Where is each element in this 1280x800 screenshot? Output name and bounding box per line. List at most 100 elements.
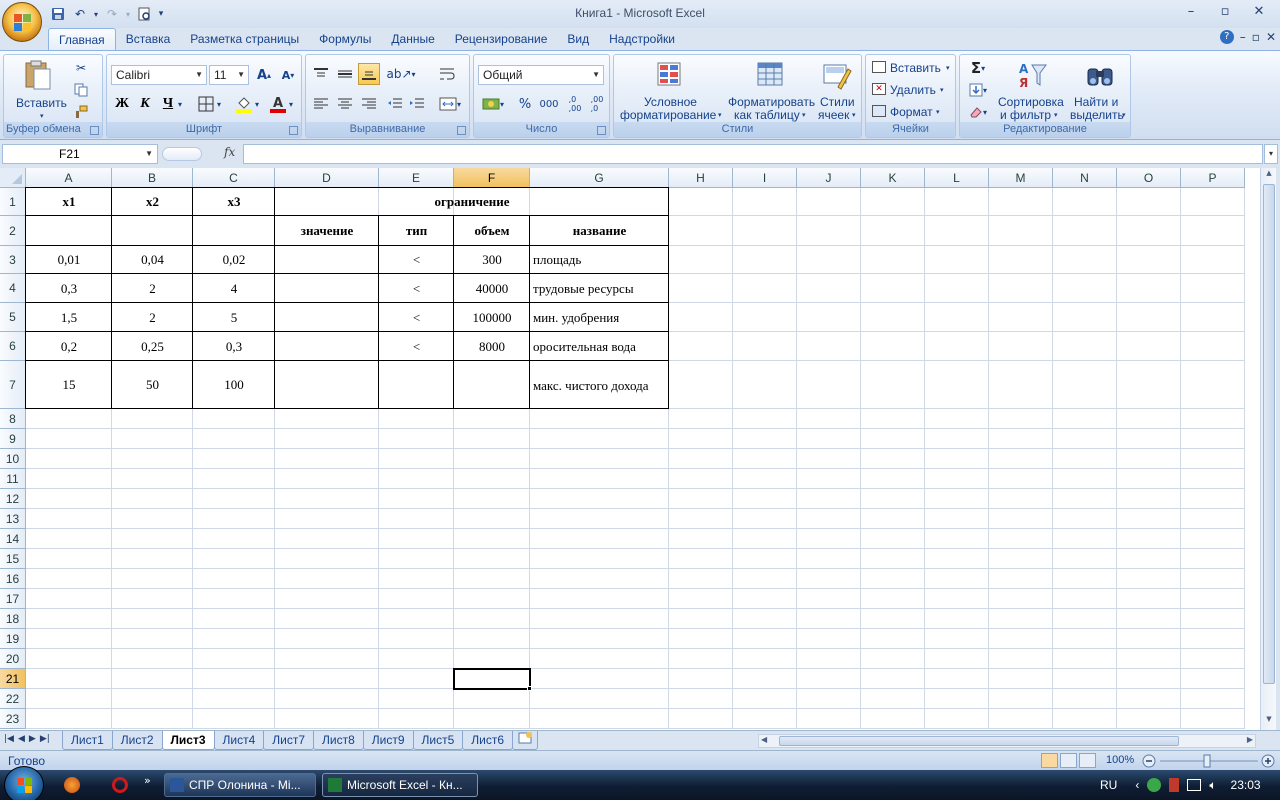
find-select-button[interactable]: Найти и выделить ▾ — [1068, 57, 1130, 122]
row-header-17[interactable]: 17 — [0, 589, 26, 609]
cell-G2[interactable]: название — [530, 216, 669, 246]
row-header-4[interactable]: 4 — [0, 274, 26, 303]
borders-dropdown-icon[interactable]: ▾ — [214, 93, 224, 115]
cell-A3[interactable]: 0,01 — [26, 246, 112, 274]
cell-F2[interactable]: объем — [454, 216, 530, 246]
cell-B3[interactable]: 0,04 — [112, 246, 193, 274]
scroll-left-icon[interactable]: ◀ — [761, 735, 767, 744]
column-header-P[interactable]: P — [1181, 168, 1245, 188]
merge-center-icon[interactable]: ▾ — [436, 93, 464, 115]
opera-quicklaunch-icon[interactable] — [112, 777, 128, 793]
taskbar-app-excel[interactable]: Microsoft Excel - Кн... — [322, 773, 478, 797]
cell-A6[interactable]: 0,2 — [26, 332, 112, 361]
cell-A4[interactable]: 0,3 — [26, 274, 112, 303]
cell-B4[interactable]: 2 — [112, 274, 193, 303]
cell-B5[interactable]: 2 — [112, 303, 193, 332]
tray-expand-icon[interactable]: ‹ — [1135, 778, 1139, 792]
column-header-E[interactable]: E — [379, 168, 454, 188]
next-sheet-icon[interactable]: ▶ — [29, 734, 36, 744]
first-sheet-icon[interactable]: |◀ — [4, 734, 14, 744]
row-header-7[interactable]: 7 — [0, 361, 26, 409]
scroll-right-icon[interactable]: ▶ — [1247, 735, 1253, 744]
cell-E6[interactable]: < — [379, 332, 454, 361]
vertical-scrollbar[interactable]: ▲ ▼ — [1260, 168, 1276, 730]
firefox-quicklaunch-icon[interactable] — [64, 777, 80, 793]
select-all-button[interactable] — [0, 168, 26, 188]
cell-A7[interactable]: 15 — [26, 361, 112, 409]
tab-view[interactable]: Вид — [557, 28, 599, 50]
align-left-icon[interactable] — [310, 93, 332, 115]
font-size-combo[interactable]: 11 ▼ — [209, 65, 249, 85]
row-header-21[interactable]: 21 — [0, 669, 26, 689]
cell-D2[interactable]: значение — [275, 216, 379, 246]
number-format-combo[interactable]: Общий ▼ — [478, 65, 604, 85]
format-as-table-button[interactable]: Форматировать как таблицу ▾ — [726, 57, 815, 122]
sheet-tab-4[interactable]: Лист4 — [213, 731, 265, 750]
cell-C1[interactable]: x3 — [193, 188, 275, 216]
cell-C7[interactable]: 100 — [193, 361, 275, 409]
cell-G4[interactable]: трудовые ресурсы — [530, 274, 669, 303]
font-name-combo[interactable]: Calibri ▼ — [111, 65, 207, 85]
row-header-20[interactable]: 20 — [0, 649, 26, 669]
cell-G7[interactable]: макс. чистого дохода — [530, 361, 669, 409]
fill-color-dropdown-icon[interactable]: ▾ — [252, 93, 262, 115]
tab-formulas[interactable]: Формулы — [309, 28, 381, 50]
format-painter-icon[interactable] — [70, 101, 92, 123]
cell-G5[interactable]: мин. удобрения — [530, 303, 669, 332]
cell-styles-button[interactable]: Стили ячеек ▾ — [816, 57, 860, 122]
align-top-icon[interactable] — [310, 63, 332, 85]
orientation-icon[interactable]: ab↗ ▾ — [386, 63, 416, 85]
column-header-K[interactable]: K — [861, 168, 925, 188]
paste-button[interactable]: Вставить ▾ — [8, 57, 68, 120]
cell-E3[interactable]: < — [379, 246, 454, 274]
column-header-F[interactable]: F — [454, 168, 530, 188]
cell-A5[interactable]: 1,5 — [26, 303, 112, 332]
normal-view-icon[interactable] — [1041, 753, 1058, 768]
maximize-icon[interactable]: ▫ — [1208, 2, 1242, 24]
tray-app-icon[interactable] — [1147, 778, 1162, 792]
row-header-18[interactable]: 18 — [0, 609, 26, 629]
grow-font-icon[interactable]: A ▴ — [253, 64, 275, 86]
font-launcher-icon[interactable] — [289, 126, 298, 135]
column-header-O[interactable]: O — [1117, 168, 1181, 188]
zoom-level[interactable]: 100% — [1106, 754, 1134, 766]
taskbar-app-word[interactable]: СПР Олонина - Mi... — [164, 773, 316, 797]
row-header-6[interactable]: 6 — [0, 332, 26, 361]
row-header-16[interactable]: 16 — [0, 569, 26, 589]
cell-F6[interactable]: 8000 — [454, 332, 530, 361]
column-header-C[interactable]: C — [193, 168, 275, 188]
network-icon[interactable] — [1187, 779, 1202, 791]
increase-indent-icon[interactable] — [406, 93, 428, 115]
cell-B1[interactable]: x2 — [112, 188, 193, 216]
thousands-separator-icon[interactable]: 000 — [536, 93, 562, 115]
percent-icon[interactable]: % — [514, 93, 536, 115]
tab-home[interactable]: Главная — [48, 28, 116, 50]
decrease-indent-icon[interactable] — [384, 93, 406, 115]
cell-B7[interactable]: 50 — [112, 361, 193, 409]
column-header-I[interactable]: I — [733, 168, 797, 188]
cell-C5[interactable]: 5 — [193, 303, 275, 332]
row-header-10[interactable]: 10 — [0, 449, 26, 469]
delete-cells-button[interactable]: ✕ Удалить ▾ — [870, 81, 954, 99]
tab-review[interactable]: Рецензирование — [445, 28, 558, 50]
row-header-12[interactable]: 12 — [0, 489, 26, 509]
conditional-formatting-button[interactable]: Условное форматирование ▾ — [618, 57, 724, 122]
workbook-minimize-icon[interactable]: – — [1240, 30, 1246, 44]
cell-B6[interactable]: 0,25 — [112, 332, 193, 361]
column-header-M[interactable]: M — [989, 168, 1053, 188]
worksheet-grid[interactable]: A B C D E F G H I J K L M N O P 1 2 3 4 5 6 7 8 9 10 11 12 13 14 15 16 1… — [0, 168, 1260, 730]
shrink-font-icon[interactable]: A ▾ — [277, 64, 299, 86]
copy-icon[interactable] — [70, 79, 92, 101]
clear-icon[interactable]: ▾ — [964, 101, 992, 123]
cell-E2[interactable]: тип — [379, 216, 454, 246]
cell-F5[interactable]: 100000 — [454, 303, 530, 332]
page-break-view-icon[interactable] — [1079, 753, 1096, 768]
office-button[interactable] — [2, 2, 42, 42]
clipboard-launcher-icon[interactable] — [90, 126, 99, 135]
italic-button[interactable]: К — [134, 93, 156, 115]
language-indicator[interactable]: RU — [1100, 778, 1117, 792]
sheet-tab-5[interactable]: Лист5 — [412, 731, 464, 750]
align-center-icon[interactable] — [334, 93, 356, 115]
name-box[interactable]: F21 ▼ — [2, 144, 158, 164]
decrease-decimal-icon[interactable]: ,00,0 — [586, 93, 608, 115]
